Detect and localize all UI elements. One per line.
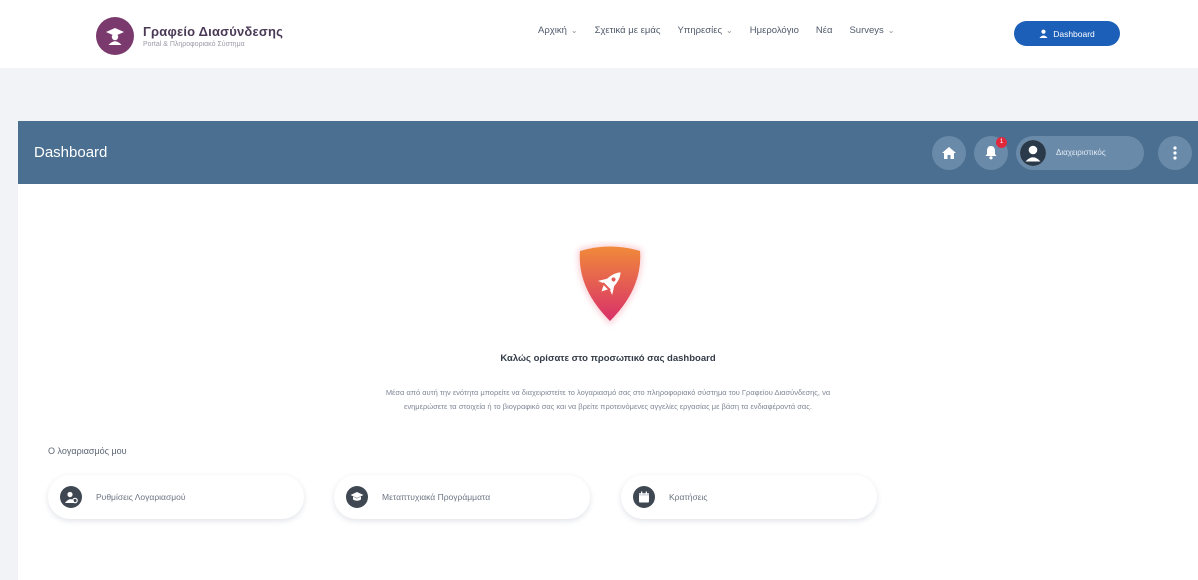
nav-item-label: Υπηρεσίες	[677, 25, 723, 36]
tile-label: Μεταπτυχιακά Προγράμματα	[382, 492, 491, 502]
welcome-description-line: ενημερώσετε τα στοιχεία ή το βιογραφικό …	[404, 402, 812, 411]
bookings-tile[interactable]: Κρατήσεις	[621, 475, 877, 519]
welcome-description-line: Μέσα από αυτή την ενότητα μπορείτε να δι…	[385, 388, 831, 397]
dashboard-button-label: Dashboard	[1053, 28, 1095, 39]
nav-item-label: Σχετικά με εμάς	[594, 25, 661, 36]
chevron-down-icon: ⌄	[726, 26, 733, 35]
welcome-title: Καλώς ορίσατε στο προσωπικό σας dashboar…	[500, 353, 716, 364]
brand[interactable]: Γραφείο Διασύνδεσης Portal & Πληροφοριακ…	[96, 17, 283, 55]
tile-label: Ρυθμίσεις Λογαριασμού	[96, 492, 186, 502]
card-header: Dashboard 1 Διαχειριστικός	[18, 121, 1198, 184]
notifications-button[interactable]: 1	[974, 135, 1008, 170]
top-navbar: Γραφείο Διασύνδεσης Portal & Πληροφοριακ…	[0, 0, 1198, 68]
brand-subtitle: Portal & Πληροφοριακό Σύστημα	[143, 41, 245, 48]
user-menu[interactable]: Διαχειριστικός	[1016, 135, 1144, 170]
user-icon	[1039, 29, 1048, 38]
chevron-down-icon: ⌄	[887, 26, 895, 35]
nav-item-calendar[interactable]: Ημερολόγιο	[750, 25, 799, 36]
nav-item-services[interactable]: Υπηρεσίες ⌄	[677, 25, 732, 36]
home-icon	[942, 146, 956, 159]
main-menu: Αρχική ⌄ Σχετικά με εμάς Υπηρεσίες ⌄ Ημε…	[538, 25, 912, 36]
rocket-shield-icon	[570, 241, 650, 331]
nav-item-surveys[interactable]: Surveys ⌄	[849, 25, 894, 36]
kebab-menu-icon	[1173, 145, 1177, 160]
dashboard-card: Dashboard 1 Διαχειριστικός Καλώς ορίσατε…	[18, 121, 1198, 580]
more-options-button[interactable]	[1158, 135, 1192, 170]
graduation-cap-icon	[346, 486, 368, 508]
header-tools: 1 Διαχειριστικός	[932, 121, 1198, 184]
notification-badge: 1	[996, 136, 1007, 148]
brand-title: Γραφείο Διασύνδεσης	[143, 24, 284, 39]
bell-icon	[985, 146, 997, 160]
tile-label: Κρατήσεις	[669, 492, 708, 502]
calendar-icon	[633, 486, 655, 508]
brand-logo-icon	[96, 17, 134, 55]
avatar	[1020, 139, 1046, 166]
nav-item-home[interactable]: Αρχική ⌄	[538, 25, 578, 36]
nav-item-label: Surveys	[849, 25, 884, 36]
nav-item-news[interactable]: Νέα	[816, 25, 833, 36]
home-button[interactable]	[932, 135, 966, 170]
nav-item-about[interactable]: Σχετικά με εμάς	[595, 25, 661, 36]
dashboard-button[interactable]: Dashboard	[1014, 21, 1120, 46]
page-title: Dashboard	[34, 144, 108, 161]
chevron-down-icon: ⌄	[570, 26, 578, 35]
nav-item-label: Ημερολόγιο	[749, 25, 799, 36]
welcome-description: Μέσα από αυτή την ενότητα μπορείτε να δι…	[268, 386, 948, 414]
account-settings-tile[interactable]: Ρυθμίσεις Λογαριασμού	[48, 475, 304, 519]
nav-item-label: Νέα	[815, 25, 833, 36]
account-section-label: Ο λογαριασμός μου	[48, 446, 127, 456]
postgraduate-programs-tile[interactable]: Μεταπτυχιακά Προγράμματα	[334, 475, 590, 519]
user-name: Διαχειριστικός	[1056, 148, 1106, 157]
user-cog-icon	[60, 486, 82, 508]
user-circle-icon	[1020, 139, 1046, 166]
nav-item-label: Αρχική	[538, 25, 567, 36]
